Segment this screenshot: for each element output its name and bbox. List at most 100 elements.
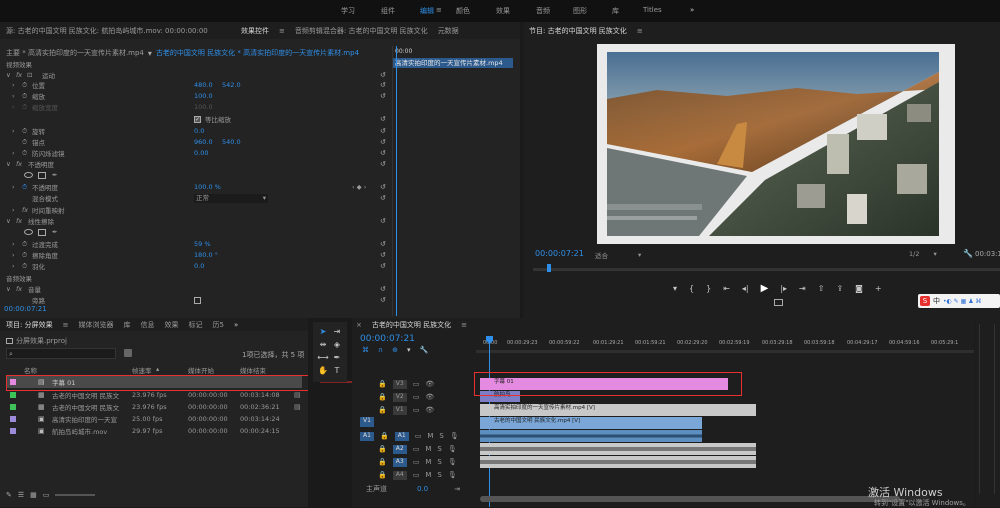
step-back-icon[interactable]: ◂| <box>742 284 749 293</box>
sync-lock-icon[interactable]: ▭ <box>415 432 422 440</box>
panel-menu-icon[interactable]: ≡ <box>637 27 643 35</box>
reset-icon[interactable]: ↺ <box>380 160 386 168</box>
workspace-tab-libraries[interactable]: 库 <box>612 6 619 16</box>
microphone-icon[interactable]: 🎙 <box>448 471 457 479</box>
source-title[interactable]: 源: 古老的中国文明 民族文化: 航拍岛屿城市.mov: 00:00:00:00 <box>6 26 231 36</box>
wrench-icon[interactable]: 🔧 <box>963 249 973 258</box>
pencil-icon[interactable]: ✎ <box>6 491 12 499</box>
step-forward-icon[interactable]: |▸ <box>780 284 787 293</box>
source-patch-v1[interactable]: V1 <box>360 417 374 427</box>
ellipse-mask-icon[interactable] <box>24 229 33 236</box>
workspace-tab-editing[interactable]: 编辑 <box>420 6 434 16</box>
bypass-row[interactable]: 旁路 ↺ <box>0 295 390 306</box>
icon-view-icon[interactable]: ▦ <box>30 491 37 499</box>
sogou-icon[interactable]: S <box>920 296 930 306</box>
effect-controls-timecode[interactable]: 00:00:07:21 <box>4 305 47 313</box>
v2-clip[interactable]: 高清实拍印度的一天宣传片素材.mp4 [V] <box>480 404 756 416</box>
linked-selection-icon[interactable]: ⊕ <box>392 346 398 354</box>
reset-icon[interactable]: ↺ <box>380 217 386 225</box>
uniform-scale-checkbox[interactable]: ✓ <box>194 115 201 123</box>
ime-tools-icon[interactable]: •◐ ✎ ▦ ♟ ⌘ <box>943 298 981 305</box>
sync-lock-icon[interactable]: ▭ <box>413 406 420 414</box>
track-label[interactable]: A3 <box>392 457 407 467</box>
lock-icon[interactable]: 🔒 <box>378 445 387 453</box>
selection-tool-icon[interactable]: ➤ <box>317 326 329 337</box>
extract-icon[interactable]: ⇪ <box>836 284 843 293</box>
stopwatch-icon[interactable]: ⏱ <box>22 127 27 136</box>
sequence-clip-label[interactable]: 古老的中国文明 民族文化 * 高清实拍印度的一天宣传片素材.mp4 <box>156 48 359 58</box>
rectangle-mask-icon[interactable] <box>38 171 46 179</box>
track-label[interactable]: V3 <box>392 379 407 389</box>
transition-completion-row[interactable]: › ⏱ 过渡完成 59 % ↺ <box>0 239 390 250</box>
position-y-value[interactable]: 542.0 <box>222 81 241 89</box>
expand-icon[interactable]: ∨ <box>6 285 11 293</box>
tab-effects[interactable]: 效果 <box>164 320 178 330</box>
expand-icon[interactable]: › <box>12 240 15 248</box>
microphone-icon[interactable]: 🎙 <box>448 445 457 453</box>
reset-icon[interactable]: ↺ <box>380 240 386 248</box>
scrollbar-thumb[interactable] <box>480 496 900 502</box>
lock-icon[interactable]: 🔒 <box>378 406 387 414</box>
workspace-tab-effects[interactable]: 效果 <box>496 6 510 16</box>
a1-audio-clip[interactable] <box>480 430 702 442</box>
timeline-scrollbar[interactable] <box>480 496 930 502</box>
program-video-frame[interactable] <box>597 44 955 244</box>
reset-icon[interactable]: ↺ <box>380 92 386 100</box>
tab-history[interactable]: 历5 <box>212 320 223 330</box>
lock-icon[interactable]: 🔒 <box>378 458 387 466</box>
tab-info[interactable]: 信息 <box>140 320 154 330</box>
button-editor-icon[interactable]: + <box>875 284 882 293</box>
fx-icon[interactable]: fx <box>16 285 22 293</box>
add-marker-icon[interactable]: ▾ <box>407 346 411 354</box>
list-view-icon[interactable]: ☰ <box>18 491 24 499</box>
ime-mode-icon[interactable]: 中 <box>933 296 940 306</box>
stopwatch-icon[interactable]: ⏱ <box>22 262 27 271</box>
project-item[interactable]: ▣ 航拍岛屿城市.mov 29.97 fps 00:00:00:00 00:00… <box>6 425 302 437</box>
marker-icon[interactable]: ▾ <box>673 284 677 293</box>
stopwatch-icon[interactable]: ⏱ <box>22 149 27 158</box>
type-tool-icon[interactable]: T <box>331 365 343 376</box>
go-to-out-icon[interactable]: ⇥ <box>799 284 806 293</box>
track-label[interactable]: V1 <box>392 405 407 415</box>
reset-icon[interactable]: ↺ <box>380 251 386 259</box>
project-search-input[interactable]: ⌕ <box>6 348 116 359</box>
rectangle-mask-icon[interactable] <box>38 228 46 236</box>
scale-row[interactable]: › ⏱ 缩放 100.0 ↺ <box>0 91 390 102</box>
anchor-row[interactable]: ⏱ 锚点 960.0 540.0 ↺ <box>0 137 390 148</box>
workspace-tab-graphics[interactable]: 图形 <box>573 6 587 16</box>
panel-menu-icon[interactable]: ≡ <box>63 321 69 329</box>
program-timecode[interactable]: 00:00:07:21 <box>535 249 584 258</box>
stopwatch-icon[interactable]: ⏱ <box>22 183 27 192</box>
solo-button[interactable]: S <box>437 445 441 453</box>
time-ruler[interactable]: 00:00 00:00:29:23 00:00:59:22 00:01:29:2… <box>476 336 974 350</box>
expand-icon[interactable]: ∨ <box>6 160 11 168</box>
master-volume-value[interactable]: 0.0 <box>417 485 428 493</box>
column-fps[interactable]: 帧速率 <box>132 365 152 375</box>
pen-icon[interactable]: ✒ <box>52 171 57 179</box>
razor-tool-icon[interactable]: ◈ <box>331 339 343 350</box>
position-x-value[interactable]: 480.0 <box>194 81 213 89</box>
lock-icon[interactable]: 🔒 <box>378 380 387 388</box>
ripple-edit-tool-icon[interactable]: ⇹ <box>317 339 329 350</box>
opacity-row[interactable]: › ⏱ 不透明度 100.0 % ‹ ◆ › ↺ <box>0 182 390 193</box>
expand-icon[interactable]: › <box>12 262 15 270</box>
wipe-angle-value[interactable]: 180.0 ° <box>194 251 218 259</box>
lock-icon[interactable]: 🔒 <box>378 393 387 401</box>
master-clip-label[interactable]: 主要 * 高清实拍印度的一天宣传片素材.mp4 <box>6 48 144 58</box>
zoom-slider[interactable] <box>55 494 96 496</box>
solo-button[interactable]: S <box>437 458 441 466</box>
scale-value[interactable]: 100.0 <box>194 92 213 100</box>
reset-icon[interactable]: ↺ <box>380 149 386 157</box>
anchor-x-value[interactable]: 960.0 <box>194 138 213 146</box>
workspace-tab-assembly[interactable]: 组件 <box>381 6 395 16</box>
reset-icon[interactable]: ↺ <box>380 194 386 202</box>
opacity-value[interactable]: 100.0 % <box>194 183 221 191</box>
expand-icon[interactable]: ∨ <box>6 71 11 79</box>
reset-icon[interactable]: ↺ <box>380 262 386 270</box>
reset-icon[interactable]: ↺ <box>380 138 386 146</box>
go-to-in-icon[interactable]: ⇤ <box>723 284 730 293</box>
program-title[interactable]: 节目: 古老的中国文明 民族文化 <box>529 26 627 36</box>
position-row[interactable]: › ⏱ 位置 480.0 542.0 ↺ <box>0 80 390 91</box>
blend-mode-select[interactable]: 正常 ▾ <box>194 193 268 203</box>
new-bin-icon[interactable] <box>124 349 132 357</box>
